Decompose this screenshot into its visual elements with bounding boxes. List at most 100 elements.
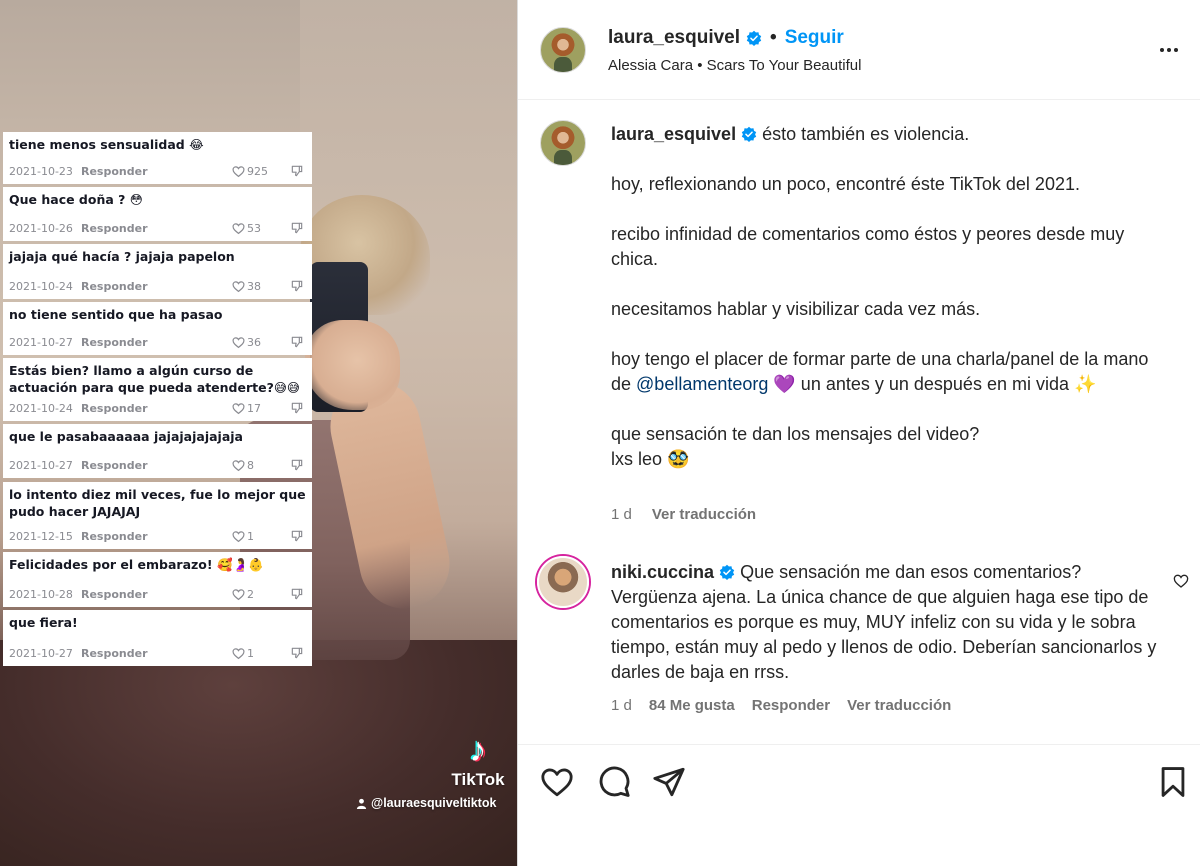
tiktok-comment-meta: 2021-10-27 Responder 8 (9, 458, 304, 472)
tiktok-comment-meta: 2021-10-24 Responder 38 (9, 279, 304, 293)
tiktok-reply-button[interactable]: Responder (81, 222, 148, 235)
commenter-username[interactable]: niki.cuccina (611, 562, 714, 582)
caption-timestamp[interactable]: 1 d (611, 506, 632, 523)
commenter-avatar[interactable] (537, 556, 589, 608)
comment-likes-count[interactable]: 84 Me gusta (649, 697, 735, 714)
tiktok-like-number: 2 (247, 587, 254, 601)
tiktok-like-number: 38 (247, 279, 261, 293)
tiktok-comment-date: 2021-10-26 (9, 221, 73, 235)
tiktok-like-count: 2 (232, 588, 280, 601)
tiktok-like-heart-icon[interactable] (232, 165, 245, 178)
caption-question: que sensación te dan los mensajes del vi… (611, 424, 980, 444)
tiktok-dislike-icon[interactable] (290, 335, 304, 349)
tiktok-handle: @lauraesquiveltiktok (356, 796, 496, 810)
verified-badge-icon (719, 564, 735, 580)
tiktok-like-number: 36 (247, 335, 261, 349)
tiktok-dislike-icon[interactable] (290, 587, 304, 601)
tiktok-like-heart-icon[interactable] (232, 402, 245, 415)
tiktok-like-number: 1 (247, 646, 254, 660)
action-bar (518, 744, 1200, 866)
comment-translate-button[interactable]: Ver traducción (847, 697, 951, 714)
tiktok-comment-meta: 2021-10-27 Responder 36 (9, 335, 304, 349)
tiktok-reply-button[interactable]: Responder (81, 165, 148, 178)
tiktok-like-number: 17 (247, 401, 261, 415)
comment-bubble-icon[interactable] (597, 765, 631, 799)
author-username[interactable]: laura_esquivel (608, 27, 740, 49)
tiktok-dislike-icon[interactable] (290, 221, 304, 235)
caption-paragraph-6: que sensación te dan los mensajes del vi… (611, 422, 1171, 472)
mention-link[interactable]: @bellamenteorg (636, 374, 768, 394)
tiktok-dislike-icon[interactable] (290, 646, 304, 660)
tiktok-reply-button[interactable]: Responder (81, 336, 148, 349)
tiktok-note-icon: ♪ (469, 731, 487, 769)
tiktok-reply-button[interactable]: Responder (81, 530, 148, 543)
comment-reply-button[interactable]: Responder (752, 697, 830, 714)
share-send-icon[interactable] (652, 765, 686, 799)
tiktok-dislike-icon[interactable] (290, 279, 304, 293)
tiktok-dislike-icon[interactable] (290, 401, 304, 415)
tiktok-dislike-icon[interactable] (290, 458, 304, 472)
tiktok-comment-meta: 2021-10-23 Responder 925 (9, 164, 304, 178)
tiktok-reply-button[interactable]: Responder (81, 280, 148, 293)
tiktok-like-count: 925 (232, 165, 280, 178)
tiktok-comment-date: 2021-10-23 (9, 164, 73, 178)
tiktok-reply-button[interactable]: Responder (81, 647, 148, 660)
comment-meta: 1 d 84 Me gusta Responder Ver traducción (611, 697, 951, 714)
comment-like-heart-icon[interactable] (1173, 573, 1189, 589)
tiktok-comment-text: tiene menos sensualidad 😂 (9, 137, 204, 152)
tiktok-like-heart-icon[interactable] (232, 459, 245, 472)
follow-button[interactable]: Seguir (785, 27, 844, 49)
tiktok-like-number: 8 (247, 458, 254, 472)
caption-paragraph-5: hoy tengo el placer de formar parte de u… (611, 347, 1171, 397)
tiktok-like-count: 38 (232, 280, 280, 293)
caption-closing: lxs leo 🥸 (611, 449, 690, 469)
tiktok-like-count: 36 (232, 336, 280, 349)
tiktok-comment-meta: 2021-10-26 Responder 53 (9, 221, 304, 235)
tiktok-like-heart-icon[interactable] (232, 222, 245, 235)
tiktok-comment-text: Que hace doña ? 😳 (9, 192, 143, 207)
tiktok-comment-text: no tiene sentido que ha pasao (9, 307, 223, 322)
comment-timestamp[interactable]: 1 d (611, 697, 632, 714)
tiktok-comments-overlay: tiene menos sensualidad 😂 2021-10-23 Respo… (3, 132, 312, 666)
tiktok-dislike-icon[interactable] (290, 164, 304, 178)
tiktok-like-number: 53 (247, 221, 261, 235)
tiktok-like-heart-icon[interactable] (232, 280, 245, 293)
like-heart-icon[interactable] (540, 765, 574, 799)
tiktok-like-heart-icon[interactable] (232, 530, 245, 543)
tiktok-reply-button[interactable]: Responder (81, 459, 148, 472)
tiktok-comment-card: que le pasabaaaaaa jajajajajajaja 2021-10… (3, 424, 312, 478)
caption-username[interactable]: laura_esquivel (611, 124, 736, 144)
tiktok-wordmark: TikTok (451, 770, 505, 789)
caption-paragraph-3: recibo infinidad de comentarios como ést… (611, 224, 1125, 269)
tiktok-like-heart-icon[interactable] (232, 588, 245, 601)
audio-track-link[interactable]: Alessia Cara • Scars To Your Beautiful (608, 57, 861, 74)
author-line: laura_esquivel • Seguir (608, 27, 844, 49)
caption-text: laura_esquivel ésto también es violencia… (611, 122, 1171, 472)
post-header: laura_esquivel • Seguir Alessia Cara • S… (518, 0, 1200, 100)
tiktok-reply-button[interactable]: Responder (81, 588, 148, 601)
tiktok-reply-button[interactable]: Responder (81, 402, 148, 415)
tiktok-comment-date: 2021-10-24 (9, 401, 73, 415)
caption-paragraph-2: hoy, reflexionando un poco, encontré ést… (611, 174, 1080, 194)
author-avatar[interactable] (540, 27, 586, 73)
tiktok-comment-card: que fiera! 2021-10-27 Responder 1 (3, 610, 312, 666)
more-options-icon[interactable] (1155, 36, 1183, 64)
tiktok-handle-text: @lauraesquiveltiktok (371, 796, 497, 810)
tiktok-like-count: 8 (232, 459, 280, 472)
save-bookmark-icon[interactable] (1156, 765, 1190, 799)
caption-author-avatar[interactable] (540, 120, 586, 166)
tiktok-like-count: 17 (232, 402, 280, 415)
post-video[interactable]: tiene menos sensualidad 😂 2021-10-23 Respo… (0, 0, 517, 866)
tiktok-like-heart-icon[interactable] (232, 336, 245, 349)
caption-meta: 1 d Ver traducción (611, 506, 756, 523)
caption-translate-button[interactable]: Ver traducción (652, 506, 756, 523)
tiktok-like-count: 1 (232, 530, 280, 543)
tiktok-comment-text: Estás bien? llamo a algún curso de actua… (9, 363, 300, 395)
tiktok-comment-card: tiene menos sensualidad 😂 2021-10-23 Respo… (3, 132, 312, 184)
tiktok-like-heart-icon[interactable] (232, 647, 245, 660)
tiktok-comment-date: 2021-10-27 (9, 458, 73, 472)
verified-badge-icon (741, 126, 757, 142)
tiktok-like-number: 1 (247, 529, 254, 543)
tiktok-comment-text: que fiera! (9, 615, 78, 630)
tiktok-dislike-icon[interactable] (290, 529, 304, 543)
